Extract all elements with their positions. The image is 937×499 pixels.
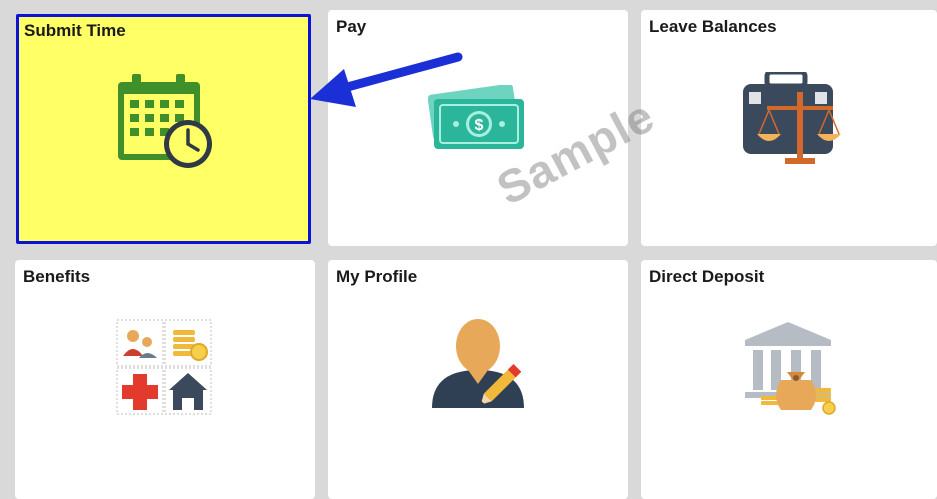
calendar-clock-icon xyxy=(118,74,212,168)
tile-title: Submit Time xyxy=(24,21,126,40)
person-pencil-icon xyxy=(432,319,524,408)
tile-leave-balances[interactable]: Leave Balances xyxy=(641,10,937,246)
tile-title: Pay xyxy=(336,17,367,36)
svg-text:$: $ xyxy=(475,117,484,134)
tile-submit-time[interactable]: Submit Time xyxy=(16,14,311,244)
tile-direct-deposit[interactable]: Direct Deposit xyxy=(641,260,937,499)
tile-my-profile[interactable]: My Profile xyxy=(328,260,628,499)
tile-title: Leave Balances xyxy=(649,17,777,36)
pointer-arrow-icon xyxy=(310,52,463,107)
tile-title: Benefits xyxy=(23,267,91,286)
tile-title: My Profile xyxy=(336,267,418,286)
briefcase-scales-icon xyxy=(743,72,841,164)
bank-moneybag-icon xyxy=(745,322,836,415)
tile-title: Direct Deposit xyxy=(649,267,765,286)
benefits-grid-icon xyxy=(116,319,212,415)
tile-benefits[interactable]: Benefits xyxy=(15,260,315,499)
